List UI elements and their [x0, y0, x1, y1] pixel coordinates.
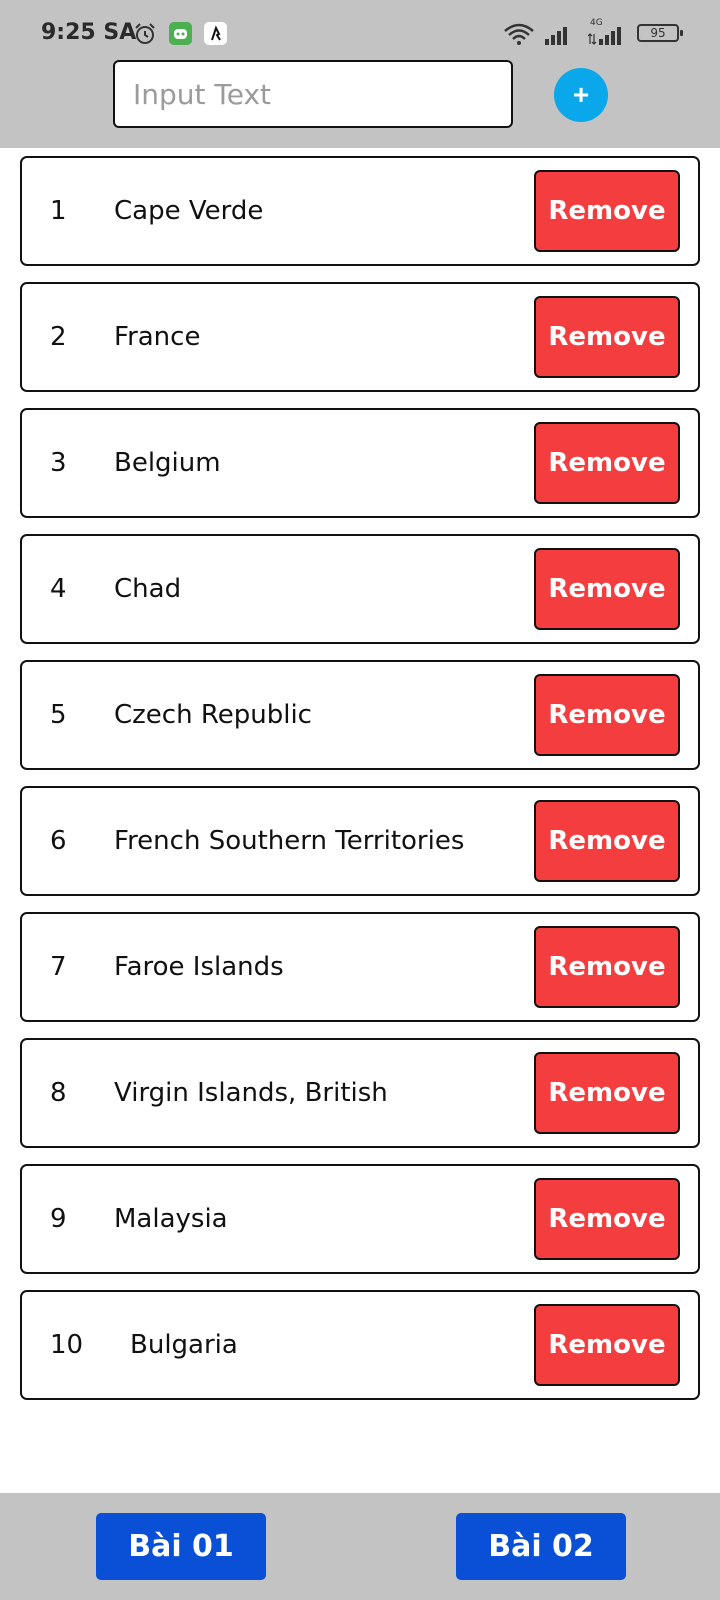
item-name: Virgin Islands, British	[114, 1078, 388, 1108]
bottom-nav-bar: Bài 01 Bài 02	[0, 1493, 720, 1600]
remove-button[interactable]: Remove	[534, 1052, 680, 1134]
list-item: 4 Chad Remove	[20, 534, 700, 644]
list-item: 8 Virgin Islands, British Remove	[20, 1038, 700, 1148]
remove-button[interactable]: Remove	[534, 926, 680, 1008]
item-name: Bulgaria	[130, 1330, 238, 1360]
signal-strength-icon	[545, 27, 567, 45]
remove-button[interactable]: Remove	[534, 548, 680, 630]
remove-button[interactable]: Remove	[534, 170, 680, 252]
status-bar: 9:25 SA 4G 95	[0, 14, 720, 54]
item-name: French Southern Territories	[114, 826, 465, 856]
item-index: 3	[50, 448, 67, 478]
remove-button[interactable]: Remove	[534, 800, 680, 882]
item-index: 8	[50, 1078, 67, 1108]
app-notification-icon	[169, 22, 192, 45]
remove-button[interactable]: Remove	[534, 1178, 680, 1260]
item-index: 1	[50, 196, 67, 226]
item-index: 4	[50, 574, 67, 604]
alarm-icon	[135, 23, 155, 44]
app-notification-icon-2	[204, 22, 227, 45]
item-name: Chad	[114, 574, 182, 604]
list-item: 9 Malaysia Remove	[20, 1164, 700, 1274]
item-index: 6	[50, 826, 67, 856]
list-item: 10 Bulgaria Remove	[20, 1290, 700, 1400]
item-index: 5	[50, 700, 67, 730]
item-name: Faroe Islands	[114, 952, 284, 982]
item-index: 2	[50, 322, 67, 352]
item-index: 7	[50, 952, 67, 982]
item-name: Czech Republic	[114, 700, 312, 730]
remove-button[interactable]: Remove	[534, 674, 680, 756]
remove-button[interactable]: Remove	[534, 422, 680, 504]
list-item: 6 French Southern Territories Remove	[20, 786, 700, 896]
battery-icon: 95	[637, 24, 683, 42]
list-item: 3 Belgium Remove	[20, 408, 700, 518]
bai-02-button[interactable]: Bài 02	[456, 1513, 626, 1580]
battery-level: 95	[650, 26, 666, 40]
input-row: +	[0, 60, 720, 128]
bai-01-button[interactable]: Bài 01	[96, 1513, 266, 1580]
item-name: Belgium	[114, 448, 221, 478]
list-item: 7 Faroe Islands Remove	[20, 912, 700, 1022]
add-button[interactable]: +	[554, 68, 608, 122]
app-header: 9:25 SA 4G 95 Input Text +	[0, 0, 720, 148]
status-time: 9:25 SA	[41, 20, 137, 45]
list-item: 5 Czech Republic Remove	[20, 660, 700, 770]
item-name: Malaysia	[114, 1204, 228, 1234]
wifi-icon	[504, 23, 534, 45]
list-item: 1 Cape Verde Remove	[20, 156, 700, 266]
item-name: France	[114, 322, 201, 352]
item-name: Cape Verde	[114, 196, 264, 226]
text-input[interactable]	[113, 60, 513, 128]
item-index: 10	[50, 1330, 84, 1360]
list-item: 2 France Remove	[20, 282, 700, 392]
remove-button[interactable]: Remove	[534, 1304, 680, 1386]
signal-strength-icon-2	[588, 27, 621, 45]
item-index: 9	[50, 1204, 67, 1234]
remove-button[interactable]: Remove	[534, 296, 680, 378]
